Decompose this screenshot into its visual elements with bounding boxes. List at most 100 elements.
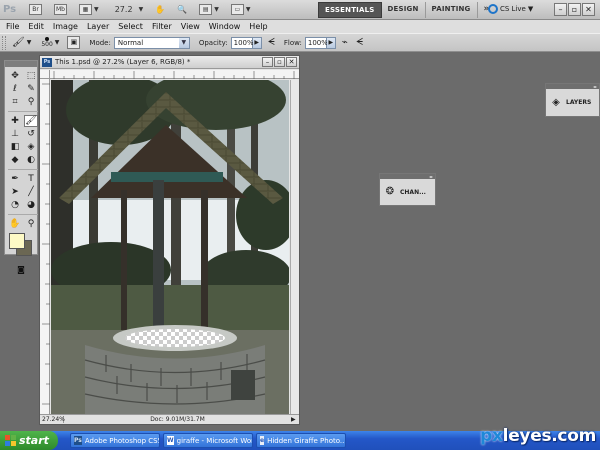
- chevron-down-icon[interactable]: ▼: [55, 39, 60, 46]
- taskbar-item-browser[interactable]: e Hidden Giraffe Photo...: [256, 433, 346, 448]
- status-zoom[interactable]: 27.24%: [40, 416, 65, 423]
- layers-panel-collapsed: ◂▸ ◈ LAYERS: [545, 83, 600, 117]
- menu-window[interactable]: Window: [209, 22, 241, 31]
- mini-bridge-icon: Mb: [54, 4, 67, 15]
- cs-live-button[interactable]: CS Live ▼: [488, 4, 533, 14]
- workspace-design[interactable]: DESIGN: [382, 2, 426, 18]
- browser-icon: e: [260, 436, 265, 445]
- paint-bucket-tool-icon[interactable]: ◈: [24, 141, 38, 153]
- horizontal-ruler[interactable]: [50, 70, 299, 79]
- blur-tool-icon[interactable]: ◆: [8, 154, 22, 166]
- menu-help[interactable]: Help: [249, 22, 267, 31]
- menu-view[interactable]: View: [181, 22, 200, 31]
- start-label: start: [19, 434, 49, 447]
- brush-panel-toggle-icon[interactable]: ▣: [67, 36, 81, 49]
- airbrush-icon[interactable]: ⌁: [342, 37, 348, 48]
- status-menu-arrow-icon[interactable]: ▶: [291, 416, 299, 423]
- channels-panel-button[interactable]: ❂ CHAN...: [380, 179, 435, 205]
- document-canvas[interactable]: [51, 80, 289, 414]
- document-maximize-button[interactable]: ▫: [274, 57, 285, 67]
- cs-live-icon: [488, 4, 498, 14]
- menu-file[interactable]: File: [6, 22, 19, 31]
- flow-input[interactable]: 100%: [304, 36, 328, 49]
- spot-healing-tool-icon[interactable]: ✚: [8, 115, 22, 127]
- pressure-size-icon[interactable]: ᗕ: [356, 37, 363, 48]
- eraser-tool-icon[interactable]: ◧: [8, 141, 22, 153]
- document-close-button[interactable]: ✕: [286, 57, 297, 67]
- workspace-essentials[interactable]: ESSENTIALS: [318, 2, 382, 18]
- document-status-bar: 27.24% Doc: 9.01M/31.7M ▶: [40, 414, 299, 424]
- workspace-painting[interactable]: PAINTING: [426, 2, 478, 18]
- zoom-tool-icon[interactable]: ⚲: [24, 218, 38, 230]
- vertical-ruler-ticks: [42, 83, 50, 405]
- chevron-down-icon: ▼: [527, 5, 534, 13]
- document-minimize-button[interactable]: –: [262, 57, 273, 67]
- brush-preset-picker[interactable]: 500: [41, 37, 53, 48]
- menu-edit[interactable]: Edit: [28, 22, 44, 31]
- mode-label: Mode:: [89, 38, 111, 47]
- menu-select[interactable]: Select: [118, 22, 143, 31]
- window-controls: – ▫ ✕: [554, 3, 595, 16]
- canvas-artwork: [51, 80, 289, 414]
- ruler-origin[interactable]: [40, 70, 50, 79]
- dodge-tool-icon[interactable]: ◐: [24, 154, 38, 166]
- taskbar-item-label: Hidden Giraffe Photo...: [267, 436, 346, 445]
- bridge-button[interactable]: Br: [25, 2, 46, 17]
- start-button[interactable]: start: [0, 431, 58, 450]
- close-button[interactable]: ✕: [582, 3, 595, 16]
- arrange-documents-button[interactable]: ▤ ▼: [195, 2, 223, 17]
- screen-mode-button[interactable]: ▭ ▼: [227, 2, 255, 17]
- horizontal-ruler-ticks: [53, 71, 295, 79]
- mini-bridge-button[interactable]: Mb: [50, 2, 71, 17]
- clone-stamp-tool-icon[interactable]: ⊥: [8, 128, 22, 140]
- opacity-input[interactable]: 100%: [230, 36, 254, 49]
- flow-label: Flow:: [283, 38, 302, 47]
- zoom-tool-button[interactable]: 🔍: [173, 2, 191, 17]
- chevron-down-icon[interactable]: ▼: [27, 39, 32, 46]
- vertical-scrollbar[interactable]: [290, 80, 299, 414]
- hand-tool-button[interactable]: ✋: [151, 2, 169, 17]
- taskbar-item-photoshop[interactable]: Ps Adobe Photoshop CS5: [70, 433, 160, 448]
- quick-select-tool-icon[interactable]: ✎: [24, 83, 38, 95]
- history-brush-tool-icon[interactable]: ↺: [24, 128, 38, 140]
- maximize-button[interactable]: ▫: [568, 3, 581, 16]
- foreground-color-swatch[interactable]: [9, 233, 25, 249]
- menu-filter[interactable]: Filter: [152, 22, 172, 31]
- type-tool-icon[interactable]: T: [24, 173, 38, 185]
- opacity-slider-button[interactable]: ▶: [252, 36, 262, 49]
- menu-image[interactable]: Image: [53, 22, 78, 31]
- pressure-opacity-icon[interactable]: ᗕ: [268, 37, 275, 48]
- color-swatches: [5, 233, 37, 263]
- lasso-tool-icon[interactable]: ℓ: [8, 83, 22, 95]
- move-tool-icon[interactable]: ✥: [8, 70, 22, 82]
- shape-tool-icon[interactable]: ╱: [24, 186, 38, 198]
- flow-slider-button[interactable]: ▶: [326, 36, 336, 49]
- layers-panel-button[interactable]: ◈ LAYERS: [546, 89, 599, 116]
- options-bar-grip[interactable]: [2, 35, 6, 50]
- brush-tool-icon[interactable]: 🖌: [24, 115, 38, 127]
- path-select-tool-icon[interactable]: ➤: [8, 186, 22, 198]
- cs-live-label: CS Live: [500, 5, 526, 13]
- taskbar-item-word[interactable]: W giraffe - Microsoft Word: [163, 433, 253, 448]
- quick-mask-icon[interactable]: ◙: [5, 265, 37, 274]
- minimize-button[interactable]: –: [554, 3, 567, 16]
- zoom-level-button[interactable]: 27.2 ▼: [107, 2, 148, 17]
- pen-tool-icon[interactable]: ✒: [8, 173, 22, 185]
- brush-tool-icon[interactable]: 🖌: [12, 37, 25, 48]
- marquee-tool-icon[interactable]: ⬚: [24, 70, 38, 82]
- eyedropper-tool-icon[interactable]: ⚲: [24, 96, 38, 108]
- 3d-rotate-tool-icon[interactable]: ◔: [8, 199, 22, 211]
- crop-tool-icon[interactable]: ⌗: [8, 96, 22, 108]
- chevron-down-icon: ▼: [94, 6, 99, 13]
- extras-button[interactable]: ▦ ▼: [75, 2, 103, 17]
- menu-layer[interactable]: Layer: [87, 22, 109, 31]
- 3d-orbit-tool-icon[interactable]: ◕: [24, 199, 38, 211]
- hand-tool-icon[interactable]: ✋: [8, 218, 22, 230]
- zoom-level: 27.2: [114, 5, 133, 14]
- document-tab[interactable]: Ps This 1.psd @ 27.2% (Layer 6, RGB/8) *…: [40, 56, 299, 69]
- tool-grid: ✥ ⬚ ℓ ✎ ⌗ ⚲ ✚ 🖌 ⊥ ↺ ◧ ◈ ◆ ◐ ✒ T ➤ ╱ ◔ ◕ …: [5, 67, 38, 230]
- vertical-ruler[interactable]: [40, 79, 50, 414]
- chevron-down-icon: ▼: [245, 6, 251, 13]
- mode-select[interactable]: Normal ▼: [113, 36, 190, 49]
- document-title: This 1.psd @ 27.2% (Layer 6, RGB/8) *: [55, 58, 191, 66]
